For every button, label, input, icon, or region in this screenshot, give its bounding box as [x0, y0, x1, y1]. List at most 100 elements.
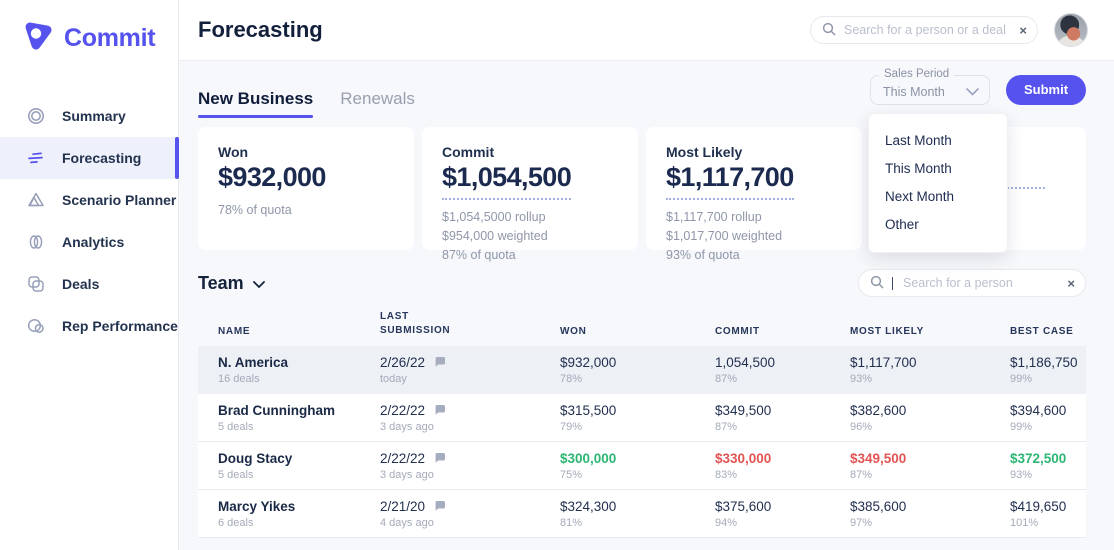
top-header: Forecasting Search for a person or a dea… [179, 0, 1114, 61]
commit-cell: $330,00083% [715, 451, 850, 481]
team-search-input[interactable]: Search for a person × [858, 269, 1086, 297]
deal-count: 16 deals [218, 373, 380, 385]
most-likely-value: $385,600 [850, 499, 1010, 514]
most-likely-percent: 93% [850, 373, 1010, 385]
page-title: Forecasting [198, 17, 323, 43]
table-row[interactable]: Marcy Yikes6 deals2/21/204 days ago$324,… [198, 490, 1086, 538]
submit-button[interactable]: Submit [1006, 75, 1086, 105]
won-percent: 79% [560, 421, 715, 433]
sidebar-item-analytics[interactable]: Analytics [0, 221, 178, 263]
sidebar-item-label: Forecasting [62, 150, 141, 166]
most-likely-cell: $349,50087% [850, 451, 1010, 481]
best-case-percent: 93% [1010, 469, 1086, 481]
comment-icon[interactable] [434, 404, 446, 416]
menu-item-other[interactable]: Other [869, 214, 1007, 236]
column-header-best-case[interactable]: BEST CASE [1010, 326, 1086, 337]
commit-logo-icon [22, 20, 54, 57]
comment-icon[interactable] [434, 452, 446, 464]
column-header-name[interactable]: NAME [218, 326, 380, 337]
submission-age: 4 days ago [380, 517, 560, 529]
sidebar-item-deals[interactable]: Deals [0, 263, 178, 305]
table-row[interactable]: Brad Cunningham5 deals2/22/223 days ago$… [198, 394, 1086, 442]
card-rollup-line: $1,054,5000 rollup [442, 208, 618, 227]
card-title: Commit [442, 144, 618, 160]
card-value: $932,000 [218, 162, 326, 193]
submission-date: 2/21/20 [380, 499, 425, 514]
won-value: $315,500 [560, 403, 715, 418]
last-submission-cell: 2/26/22today [380, 355, 560, 385]
sidebar-item-rep-performance[interactable]: Rep Performance [0, 305, 178, 347]
tab-new-business[interactable]: New Business [198, 89, 313, 118]
commit-value: $330,000 [715, 451, 850, 466]
rep-name: N. America [218, 355, 380, 370]
forecasting-icon [25, 148, 47, 168]
card-title: Won [218, 144, 394, 160]
team-title: Team [198, 273, 244, 294]
best-case-value: $372,500 [1010, 451, 1086, 466]
name-cell: Doug Stacy5 deals [218, 451, 380, 481]
sidebar-item-summary[interactable]: Summary [0, 95, 178, 137]
most-likely-percent: 87% [850, 469, 1010, 481]
best-case-cell: $1,186,75099% [1010, 355, 1086, 385]
team-section-header: Team Search for a person × [198, 269, 1086, 297]
submission-date: 2/22/22 [380, 451, 425, 466]
sidebar-item-forecasting[interactable]: Forecasting [0, 137, 178, 179]
commit-cell: $349,50087% [715, 403, 850, 433]
commit-percent: 94% [715, 517, 850, 529]
menu-item-next-month[interactable]: Next Month [869, 186, 1007, 208]
table-row[interactable]: Doug Stacy5 deals2/22/223 days ago$300,0… [198, 442, 1086, 490]
most-likely-percent: 97% [850, 517, 1010, 529]
most-likely-percent: 96% [850, 421, 1010, 433]
last-submission-cell: 2/22/223 days ago [380, 403, 560, 433]
most-likely-cell: $385,600 97% [850, 499, 1010, 529]
sidebar-item-label: Deals [62, 276, 99, 292]
card-quota-line: 87% of quota [442, 246, 618, 265]
most-likely-value: $1,117,700 [850, 355, 1010, 370]
sidebar-item-label: Summary [62, 108, 126, 124]
card-won: Won $932,000 78% of quota [198, 127, 414, 250]
chevron-down-icon [966, 85, 979, 99]
card-value: $1,117,700 [666, 162, 794, 200]
commit-value: $375,600 [715, 499, 850, 514]
won-value: $324,300 [560, 499, 715, 514]
sidebar-item-scenario-planner[interactable]: Scenario Planner [0, 179, 178, 221]
active-tab-underline [198, 115, 313, 118]
sidebar: Commit Summary Forecasting [0, 0, 179, 550]
submission-age: 3 days ago [380, 469, 560, 481]
global-search-input[interactable]: Search for a person or a deal × [810, 16, 1038, 44]
submission-age: 3 days ago [380, 421, 560, 433]
best-case-cell: $394,60099% [1010, 403, 1086, 433]
search-icon [822, 22, 836, 39]
won-cell: $315,500 79% [560, 403, 715, 433]
column-header-last-submission[interactable]: LAST SUBMISSION [380, 310, 460, 337]
clear-search-icon[interactable]: × [1019, 24, 1027, 37]
text-cursor [892, 277, 893, 290]
tab-renewals[interactable]: Renewals [340, 89, 415, 118]
team-table: NAME LAST SUBMISSION WON COMMIT MOST LIK… [198, 310, 1086, 538]
table-row[interactable]: N. America16 deals2/26/22today$932,00078… [198, 346, 1086, 394]
menu-item-this-month[interactable]: This Month [869, 158, 1007, 180]
card-most-likely: Most Likely $1,117,700 $1,117,700 rollup… [646, 127, 862, 250]
sales-period-select[interactable]: Sales Period This Month [870, 75, 990, 105]
team-title-toggle[interactable]: Team [198, 273, 265, 294]
best-case-cell: $419,650101% [1010, 499, 1086, 529]
card-weighted-line: $1,017,700 weighted [666, 227, 842, 246]
won-cell: $324,30081% [560, 499, 715, 529]
summary-icon [25, 106, 47, 126]
column-header-commit[interactable]: COMMIT [715, 326, 850, 337]
column-header-won[interactable]: WON [560, 326, 715, 337]
commit-cell: 1,054,50087% [715, 355, 850, 385]
commit-cell: $375,600 94% [715, 499, 850, 529]
clear-search-icon[interactable]: × [1067, 277, 1075, 290]
column-header-most-likely[interactable]: MOST LIKELY [850, 326, 1010, 337]
card-weighted-line: $954,000 weighted [442, 227, 618, 246]
submission-date: 2/26/22 [380, 355, 425, 370]
card-value: $1,054,500 [442, 162, 571, 200]
comment-icon[interactable] [434, 356, 446, 368]
analytics-icon [25, 232, 47, 252]
menu-item-last-month[interactable]: Last Month [869, 130, 1007, 152]
last-submission-cell: 2/21/20 4 days ago [380, 499, 560, 529]
user-avatar[interactable] [1054, 13, 1088, 47]
comment-icon[interactable] [434, 500, 446, 512]
tab-label: New Business [198, 89, 313, 108]
